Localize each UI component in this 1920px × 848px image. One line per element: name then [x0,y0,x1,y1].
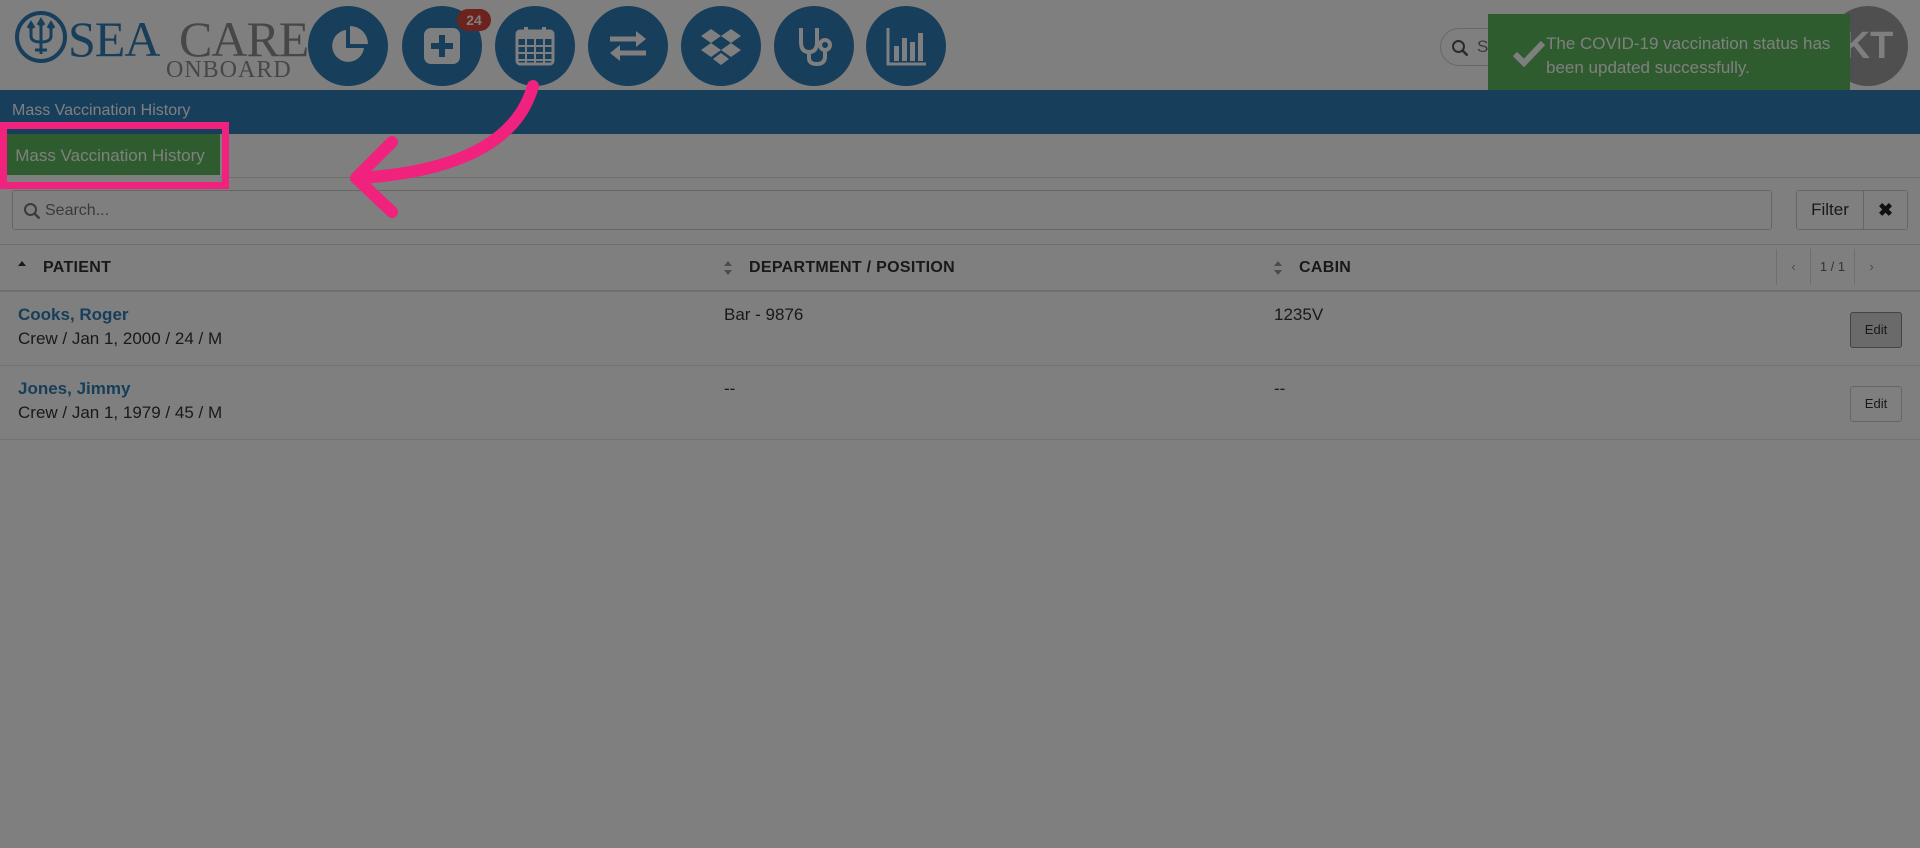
trident-icon [15,11,67,63]
next-page-button[interactable]: › [1854,249,1888,285]
dropbox-nav-button[interactable] [681,6,761,86]
search-icon [24,203,41,220]
transfer-nav-button[interactable] [588,6,668,86]
plus-square-icon [424,28,460,64]
sort-icon[interactable] [722,259,734,277]
notification-count-badge: 24 [457,9,491,31]
table-header: PATIENT DEPARTMENT / POSITION CABIN ‹ 1 … [0,244,1920,292]
calendar-nav-button[interactable] [495,6,575,86]
edit-button[interactable]: Edit [1850,386,1902,422]
list-search-box[interactable] [12,190,1772,230]
column-header-patient[interactable]: PATIENT [43,259,111,277]
search-icon [1452,40,1469,57]
calendar-icon [515,27,555,66]
department-value: -- [724,379,736,398]
stethoscope-icon [799,28,832,67]
reports-nav-button[interactable] [866,6,946,86]
prev-page-button[interactable]: ‹ [1776,249,1810,285]
exchange-icon [610,31,646,61]
dropbox-icon [701,29,741,65]
list-search-input[interactable] [45,199,1745,223]
patient-name-link[interactable]: Jones, Jimmy [18,379,130,399]
top-header: SEA CARE ONBOARD 24 Search patients KT T… [0,0,1920,92]
pie-chart-icon [332,26,368,62]
table-row: Cooks, Roger Crew / Jan 1, 2000 / 24 / M… [0,292,1920,366]
column-header-department[interactable]: DEPARTMENT / POSITION [749,259,955,277]
page-title: Mass Vaccination History [12,102,191,119]
sort-asc-icon[interactable] [16,259,28,277]
seacare-logo[interactable]: SEA CARE ONBOARD [14,8,309,82]
logo-text-onboard: ONBOARD [166,57,292,83]
sort-icon[interactable] [1272,259,1284,277]
filter-button[interactable]: Filter [1796,190,1864,230]
success-toast[interactable]: The COVID-19 vaccination status has been… [1488,14,1850,92]
tab-bar: Mass Vaccination History [0,134,1920,178]
cabin-value: -- [1274,379,1286,398]
pagination: ‹ 1 / 1 › [1776,249,1890,285]
department-value: Bar - 9876 [724,305,804,324]
patient-name-link[interactable]: Cooks, Roger [18,305,129,325]
dashboard-nav-button[interactable] [308,6,388,86]
toast-message: The COVID-19 vaccination status has been… [1546,34,1831,77]
page-indicator: 1 / 1 [1810,249,1854,285]
table-row: Jones, Jimmy Crew / Jan 1, 1979 / 45 / M… [0,366,1920,440]
bar-chart-icon [886,28,926,66]
page-title-bar: Mass Vaccination History [0,90,1920,134]
checkmark-icon [1512,40,1546,68]
tutorial-highlight-box [0,122,229,189]
logo-text-sea: SEA [68,11,160,67]
edit-button[interactable]: Edit [1850,312,1902,348]
cabin-value: 1235V [1274,305,1324,324]
medical-nav-button[interactable] [774,6,854,86]
patient-details: Crew / Jan 1, 1979 / 45 / M [18,403,223,422]
patient-details: Crew / Jan 1, 2000 / 24 / M [18,329,223,348]
column-header-cabin[interactable]: CABIN [1299,259,1351,277]
clear-filter-button[interactable]: ✖ [1864,190,1908,230]
